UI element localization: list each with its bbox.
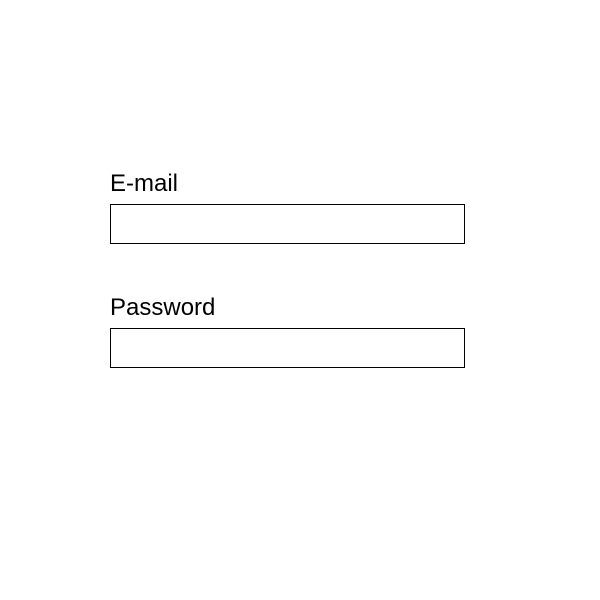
email-field-group: E-mail <box>110 170 470 244</box>
password-input[interactable] <box>110 328 465 368</box>
email-input[interactable] <box>110 204 465 244</box>
password-label: Password <box>110 294 470 322</box>
email-label: E-mail <box>110 170 470 198</box>
login-form: E-mail Password <box>110 170 470 418</box>
password-field-group: Password <box>110 294 470 368</box>
